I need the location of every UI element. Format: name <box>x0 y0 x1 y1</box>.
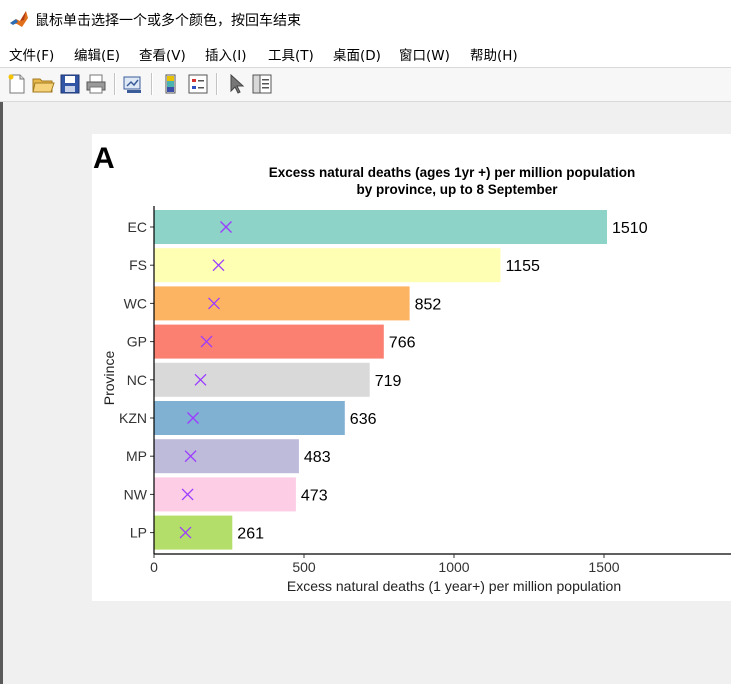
x-tick-label: 1000 <box>438 559 469 575</box>
colorbar-icon[interactable] <box>159 72 183 96</box>
y-tick-label-ec: EC <box>128 219 147 235</box>
y-tick-label-wc: WC <box>124 295 147 311</box>
bar-ec[interactable] <box>154 210 607 244</box>
bar-wc[interactable] <box>154 286 410 321</box>
property-editor-icon[interactable] <box>250 72 274 96</box>
value-label-ec: 1510 <box>612 220 648 237</box>
bar-chart[interactable]: A Excess natural deaths (ages 1yr +) per… <box>92 134 731 601</box>
y-tick-label-nc: NC <box>127 372 147 388</box>
legend-icon[interactable] <box>186 72 210 96</box>
bars-layer: 1510 1155 852 766 719 636 483 473 261 <box>154 210 648 550</box>
plot-panel[interactable]: A Excess natural deaths (ages 1yr +) per… <box>92 134 731 601</box>
new-file-icon[interactable] <box>5 72 29 96</box>
toolbar <box>0 67 731 102</box>
value-label-mp: 483 <box>304 449 331 466</box>
menu-edit[interactable]: 编辑(E) <box>74 44 120 64</box>
y-tick-label-kzn: KZN <box>119 410 147 426</box>
window-titlebar: 鼠标单击选择一个或多个颜色，按回车结束 <box>0 0 731 39</box>
x-tick-label: 500 <box>292 559 316 575</box>
y-tick-label-lp: LP <box>130 525 147 541</box>
menu-help[interactable]: 帮助(H) <box>470 44 518 64</box>
bar-lp[interactable] <box>154 515 233 550</box>
value-label-gp: 766 <box>389 335 416 352</box>
value-label-nw: 473 <box>301 487 328 504</box>
bar-kzn[interactable] <box>154 401 345 435</box>
menu-file[interactable]: 文件(F) <box>9 44 54 64</box>
value-label-kzn: 636 <box>350 411 377 428</box>
bar-fs[interactable] <box>154 248 501 283</box>
save-icon[interactable] <box>58 72 82 96</box>
bar-nc[interactable] <box>154 362 370 397</box>
print-icon[interactable] <box>84 72 108 96</box>
bar-gp[interactable] <box>154 324 384 359</box>
value-label-fs: 1155 <box>506 258 541 275</box>
open-folder-icon[interactable] <box>31 72 55 96</box>
bar-nw[interactable] <box>154 477 296 512</box>
y-axis-label: Province <box>101 351 117 406</box>
x-axis-label: Excess natural deaths (1 year+) per mill… <box>287 578 621 594</box>
x-tick-label: 1500 <box>588 559 619 575</box>
x-tick-label: 0 <box>150 559 158 575</box>
menu-view[interactable]: 查看(V) <box>139 44 186 64</box>
menu-desktop[interactable]: 桌面(D) <box>333 44 381 64</box>
toolbar-separator <box>216 73 218 95</box>
value-label-lp: 261 <box>237 526 264 543</box>
value-label-nc: 719 <box>375 373 402 390</box>
panel-label: A <box>93 142 115 175</box>
menu-bar: 文件(F) 编辑(E) 查看(V) 插入(I) 工具(T) 桌面(D) 窗口(W… <box>0 38 731 67</box>
menu-window[interactable]: 窗口(W) <box>399 44 450 64</box>
toolbar-separator <box>114 73 116 95</box>
y-tick-label-nw: NW <box>124 486 148 502</box>
link-plot-icon[interactable] <box>121 72 145 96</box>
menu-insert[interactable]: 插入(I) <box>205 44 247 64</box>
pointer-icon[interactable] <box>224 72 248 96</box>
bar-mp[interactable] <box>154 439 299 474</box>
toolbar-separator <box>151 73 153 95</box>
menu-tools[interactable]: 工具(T) <box>268 44 314 64</box>
matlab-logo-icon <box>9 9 29 29</box>
y-tick-label-mp: MP <box>126 448 147 464</box>
y-tick-label-fs: FS <box>129 257 147 273</box>
window-title: 鼠标单击选择一个或多个颜色，按回车结束 <box>35 13 301 29</box>
value-label-wc: 852 <box>415 296 442 313</box>
y-tick-label-gp: GP <box>127 334 147 350</box>
chart-title: Excess natural deaths (ages 1yr +) per m… <box>269 165 635 180</box>
chart-subtitle: by province, up to 8 September <box>356 182 558 197</box>
